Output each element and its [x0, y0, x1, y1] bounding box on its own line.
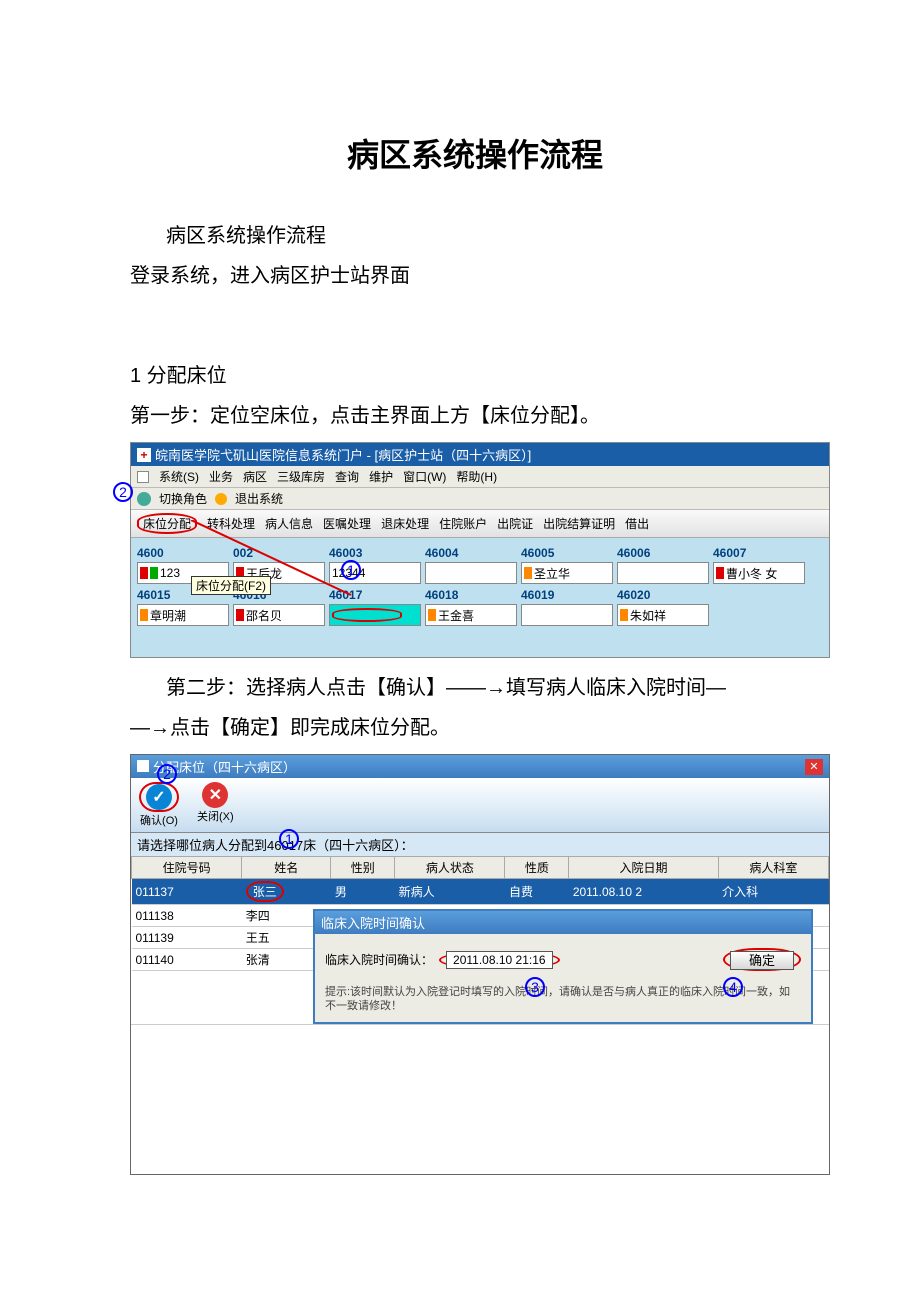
menu-stock[interactable]: 三级库房: [277, 468, 325, 485]
bed-slot[interactable]: 邵名贝: [233, 604, 325, 626]
col-sex[interactable]: 性别: [331, 857, 395, 879]
bed-no: 46017: [329, 588, 421, 604]
col-dept[interactable]: 病人科室: [718, 857, 828, 879]
tool-lend[interactable]: 借出: [625, 515, 649, 532]
table-row-selected[interactable]: 011137 张三 男 新病人 自费 2011.08.10 2 介入科: [132, 879, 829, 905]
modal-title: 临床入院时间确认: [315, 911, 811, 934]
toolbar: 床位分配 转科处理 病人信息 医嘱处理 退床处理 住院账户 出院证 出院结算证明…: [131, 510, 829, 538]
menu-maintain[interactable]: 维护: [369, 468, 393, 485]
tool-bed-assign[interactable]: 床位分配: [137, 513, 197, 534]
bed-no: 4600: [137, 546, 229, 562]
bed-no: 46006: [617, 546, 709, 562]
tool-order[interactable]: 医嘱处理: [323, 515, 371, 532]
section-1: 1 分配床位: [130, 356, 820, 396]
screenshot-bed-assign: + 皖南医学院弋矶山医院信息系统门户 - [病区护士站（四十六病区）] 系统(S…: [130, 442, 830, 658]
tool-patient-info[interactable]: 病人信息: [265, 515, 313, 532]
bed-no: 46005: [521, 546, 613, 562]
annot-num-1: 1: [279, 829, 299, 849]
system-bar: 切换角色 退出系统: [131, 488, 829, 510]
tool-settlement-cert[interactable]: 出院结算证明: [543, 515, 615, 532]
tool-discharge-cert[interactable]: 出院证: [497, 515, 533, 532]
prompt-text: 请选择哪位病人分配到46017床（四十六病区）： 1: [131, 832, 829, 856]
tooltip-f2: 床位分配(F2): [191, 576, 271, 595]
close-label: 关闭(X): [197, 808, 234, 824]
bed-no: 46020: [617, 588, 709, 604]
bed-no: 46004: [425, 546, 517, 562]
annot-ring-toolbar: 床位分配: [137, 513, 197, 534]
bed-no: 46003: [329, 546, 421, 562]
tool-discharge-bed[interactable]: 退床处理: [381, 515, 429, 532]
ok-button[interactable]: 确定: [730, 951, 794, 970]
time-input[interactable]: 2011.08.10 21:16: [446, 951, 553, 969]
menu-window[interactable]: 窗口(W): [403, 468, 446, 485]
step-2b: —→点击【确定】即完成床位分配。: [130, 708, 820, 748]
menu-help[interactable]: 帮助(H): [456, 468, 497, 485]
annot-num-2: 2: [113, 482, 133, 502]
check-icon: ✓: [146, 784, 172, 810]
annot-ring-name: 张三: [246, 881, 284, 902]
tool-transfer[interactable]: 转科处理: [207, 515, 255, 532]
switch-role-label[interactable]: 切换角色: [159, 492, 207, 506]
annot-num-4: 4: [723, 977, 743, 997]
subtitle: 病区系统操作流程: [130, 216, 820, 256]
bed-slot[interactable]: [521, 604, 613, 626]
bed-slot[interactable]: 圣立华: [521, 562, 613, 584]
annot-num-3: 3: [525, 977, 545, 997]
dialog-toolbar: 2 ✓ 确认(O) ✕ 关闭(X): [131, 778, 829, 832]
menu-bar: 系统(S) 业务 病区 三级库房 查询 维护 窗口(W) 帮助(H): [131, 466, 829, 488]
annot-ring-time: 2011.08.10 21:16: [439, 951, 560, 969]
confirm-button[interactable]: ✓ 确认(O): [139, 782, 179, 828]
step-1: 第一步：定位空床位，点击主界面上方【床位分配】。: [130, 396, 820, 436]
col-name[interactable]: 姓名: [242, 857, 331, 879]
bed-slot-selected[interactable]: [329, 604, 421, 626]
bed-slot[interactable]: 章明潮: [137, 604, 229, 626]
bed-grid: 4600123 002王后龙 4600312344 46004 46005圣立华…: [131, 538, 829, 657]
exit-icon[interactable]: [215, 493, 227, 505]
col-nature[interactable]: 性质: [505, 857, 569, 879]
bed-slot[interactable]: 曹小冬 女: [713, 562, 805, 584]
col-date[interactable]: 入院日期: [569, 857, 718, 879]
menu-icon: [137, 471, 149, 483]
annot-ring-ok: 确定: [723, 948, 801, 971]
close-button[interactable]: ✕ 关闭(X): [197, 782, 234, 828]
bed-no: 46007: [713, 546, 805, 562]
bed-slot[interactable]: 朱如祥: [617, 604, 709, 626]
x-icon: ✕: [202, 782, 228, 808]
annot-num-2: 2: [157, 764, 177, 784]
app-icon: +: [137, 448, 151, 462]
bed-slot[interactable]: [617, 562, 709, 584]
time-confirm-modal: 临床入院时间确认 临床入院时间确认： 2011.08.10 21:16 确定 3…: [313, 909, 813, 1024]
col-id[interactable]: 住院号码: [132, 857, 242, 879]
screenshot-assign-dialog: 分配床位（四十六病区） ✕ 2 ✓ 确认(O) ✕ 关闭(X) 请选择哪位病人分…: [130, 754, 830, 1175]
doc-title: 病区系统操作流程: [130, 130, 820, 176]
dialog-titlebar: 分配床位（四十六病区） ✕: [131, 755, 829, 778]
col-state[interactable]: 病人状态: [395, 857, 505, 879]
empty-area: [131, 1024, 829, 1174]
annot-ring-confirm: ✓: [139, 782, 179, 812]
annot-num-1: 1: [341, 560, 361, 580]
bed-no: 46018: [425, 588, 517, 604]
menu-system[interactable]: 系统(S): [159, 468, 199, 485]
exit-label[interactable]: 退出系统: [235, 490, 283, 507]
paragraph-login: 登录系统，进入病区护士站界面: [130, 256, 820, 296]
menu-biz[interactable]: 业务: [209, 468, 233, 485]
close-icon[interactable]: ✕: [805, 759, 823, 775]
confirm-label: 确认(O): [140, 812, 178, 828]
menu-ward[interactable]: 病区: [243, 468, 267, 485]
bed-slot[interactable]: [425, 562, 517, 584]
step-2a: 第二步：选择病人点击【确认】——→填写病人临床入院时间—: [130, 668, 820, 708]
menu-query[interactable]: 查询: [335, 468, 359, 485]
tool-account[interactable]: 住院账户: [439, 515, 487, 532]
bed-slot[interactable]: 王金喜: [425, 604, 517, 626]
bed-no: 002: [233, 546, 325, 562]
window-titlebar: + 皖南医学院弋矶山医院信息系统门户 - [病区护士站（四十六病区）]: [131, 443, 829, 466]
window-title: 皖南医学院弋矶山医院信息系统门户 - [病区护士站（四十六病区）]: [155, 445, 531, 464]
modal-label: 临床入院时间确认：: [325, 951, 433, 968]
switch-role-icon[interactable]: [137, 492, 151, 506]
bed-no: 46019: [521, 588, 613, 604]
